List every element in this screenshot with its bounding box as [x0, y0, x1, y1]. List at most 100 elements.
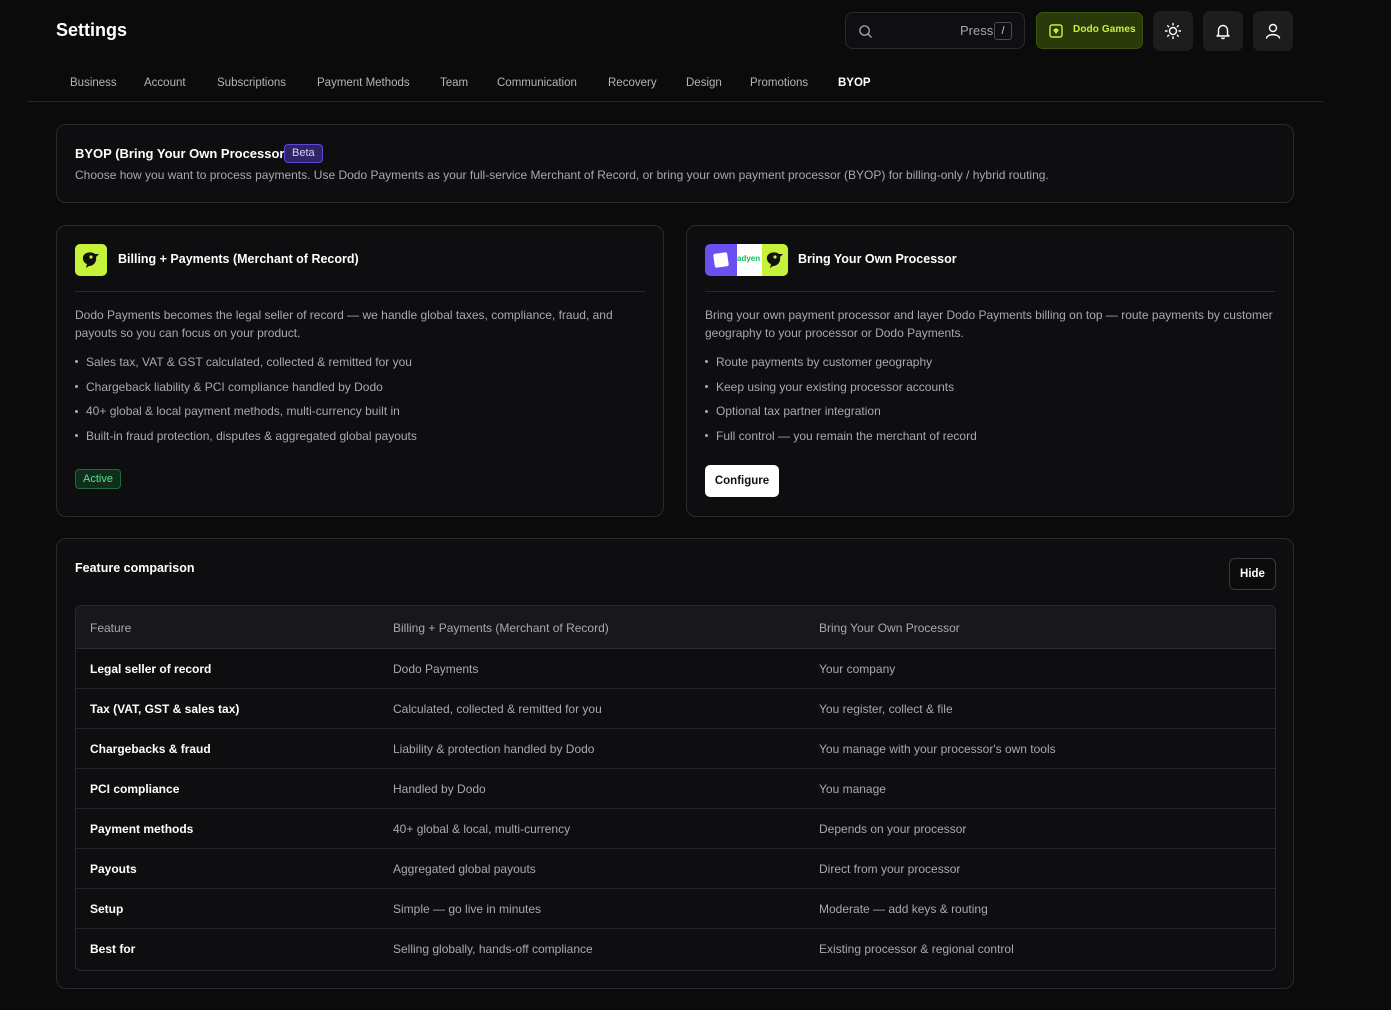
byop-cell: Existing processor & regional control: [819, 942, 1014, 956]
intro-description: Choose how you want to process payments.…: [75, 168, 1049, 182]
search-shortcut-key: /: [994, 22, 1012, 40]
list-item: Keep using your existing processor accou…: [705, 380, 977, 405]
intro-title: BYOP (Bring Your Own Processor): [75, 146, 289, 161]
byop-card-title: Bring Your Own Processor: [798, 252, 957, 266]
mor-cell: Liability & protection handled by Dodo: [393, 742, 595, 756]
table-row: Best for Selling globally, hands-off com…: [76, 929, 1275, 969]
tab-byop[interactable]: BYOP: [838, 77, 871, 89]
byop-cell: Moderate — add keys & routing: [819, 902, 988, 916]
mor-card-description: Dodo Payments becomes the legal seller o…: [75, 308, 613, 340]
mor-cell: Selling globally, hands-off compliance: [393, 942, 593, 956]
tab-design[interactable]: Design: [686, 77, 722, 89]
table-row: Legal seller of record Dodo Payments You…: [76, 649, 1275, 689]
feature-cell: Setup: [90, 902, 124, 916]
feature-cell: Tax (VAT, GST & sales tax): [90, 702, 240, 716]
mor-cell: Calculated, collected & remitted for you: [393, 702, 602, 716]
list-item-text: Full control — you remain the merchant o…: [716, 429, 977, 444]
notifications-button[interactable]: [1203, 11, 1243, 51]
mor-cell: Simple — go live in minutes: [393, 902, 542, 916]
tab-subscriptions[interactable]: Subscriptions: [217, 77, 286, 89]
column-header-byop: Bring Your Own Processor: [819, 621, 960, 635]
theme-toggle-button[interactable]: [1153, 11, 1193, 51]
workspace-name: Dodo Games: [1073, 24, 1136, 35]
feature-cell: Legal seller of record: [90, 662, 212, 676]
list-item: Built-in fraud protection, disputes & ag…: [75, 429, 417, 454]
feature-cell: PCI compliance: [90, 782, 180, 796]
settings-tabs: Business Account Subscriptions Payment M…: [0, 62, 1391, 102]
tab-account[interactable]: Account: [144, 77, 186, 89]
byop-cell: Direct from your processor: [819, 862, 961, 876]
table-row: PCI compliance Handled by Dodo You manag…: [76, 769, 1275, 809]
list-item: Full control — you remain the merchant o…: [705, 429, 977, 454]
mor-card-title: Billing + Payments (Merchant of Record): [118, 252, 359, 266]
dodo-logo-icon: [1049, 24, 1063, 38]
column-header-mor: Billing + Payments (Merchant of Record): [393, 621, 609, 635]
table-row: Payouts Aggregated global payouts Direct…: [76, 849, 1275, 889]
list-item-text: Route payments by customer geography: [716, 355, 933, 369]
search-hint: Press: [960, 23, 994, 38]
mor-feature-list: Sales tax, VAT & GST calculated, collect…: [75, 355, 417, 454]
table-row: Setup Simple — go live in minutes Modera…: [76, 889, 1275, 929]
list-item-text: Optional tax partner integration: [716, 404, 881, 419]
feature-cell: Chargebacks & fraud: [90, 742, 211, 756]
tab-payment-methods[interactable]: Payment Methods: [317, 77, 410, 89]
bullet-icon: [75, 360, 78, 364]
byop-option-card[interactable]: adyen Bring Your Own Processor Bring you…: [686, 225, 1294, 517]
tab-business[interactable]: Business: [70, 77, 117, 89]
hide-comparison-button[interactable]: Hide: [1229, 558, 1276, 590]
column-header-feature: Feature: [90, 621, 132, 635]
header: Settings Press / Dodo Games: [0, 0, 1391, 62]
mor-cell: Handled by Dodo: [393, 782, 486, 796]
bullet-icon: [75, 409, 78, 413]
byop-intro-card: BYOP (Bring Your Own Processor) Beta Cho…: [56, 124, 1294, 203]
list-item: Sales tax, VAT & GST calculated, collect…: [75, 355, 417, 380]
feature-comparison-card: Feature comparison Hide Feature Billing …: [56, 538, 1294, 989]
list-item: Optional tax partner integration: [705, 404, 977, 429]
table-row: Chargebacks & fraud Liability & protecti…: [76, 729, 1275, 769]
tab-promotions[interactable]: Promotions: [750, 77, 808, 89]
tab-communication[interactable]: Communication: [497, 77, 577, 89]
mor-cell: 40+ global & local, multi-currency: [393, 822, 571, 836]
byop-card-description: Bring your own payment processor and lay…: [705, 308, 1273, 340]
divider: [705, 291, 1275, 292]
page-title: Settings: [56, 20, 128, 40]
divider: [75, 291, 645, 292]
list-item: Route payments by customer geography: [705, 355, 977, 380]
search-icon: [859, 25, 872, 38]
tab-recovery[interactable]: Recovery: [608, 77, 657, 89]
bullet-icon: [705, 360, 708, 364]
list-item: 40+ global & local payment methods, mult…: [75, 404, 417, 429]
search-input[interactable]: Press /: [845, 12, 1025, 49]
active-status-badge: Active: [75, 469, 121, 489]
comparison-table: Feature Billing + Payments (Merchant of …: [75, 605, 1276, 971]
byop-feature-list: Route payments by customer geography Kee…: [705, 355, 977, 454]
beta-badge: Beta: [284, 144, 323, 163]
workspace-switcher-button[interactable]: Dodo Games: [1036, 12, 1143, 49]
comparison-title: Feature comparison: [75, 561, 195, 575]
list-item-text: Sales tax, VAT & GST calculated, collect…: [86, 355, 412, 369]
bell-icon: [1216, 24, 1230, 40]
account-menu-button[interactable]: [1253, 11, 1293, 51]
feature-cell: Payouts: [90, 862, 137, 876]
adyen-logo: adyen: [737, 244, 763, 276]
mor-option-card[interactable]: Billing + Payments (Merchant of Record) …: [56, 225, 664, 517]
byop-cell: You register, collect & file: [819, 702, 953, 716]
bullet-icon: [705, 385, 708, 389]
dodo-bird-icon: [762, 244, 788, 276]
bullet-icon: [705, 434, 708, 438]
table-row: Tax (VAT, GST & sales tax) Calculated, c…: [76, 689, 1275, 729]
bullet-icon: [75, 434, 78, 438]
tabs-divider: [27, 101, 1323, 102]
processor-logo-icon: [705, 244, 737, 276]
table-row: Payment methods 40+ global & local, mult…: [76, 809, 1275, 849]
feature-cell: Payment methods: [90, 822, 194, 836]
byop-cell: Depends on your processor: [819, 822, 967, 836]
configure-button[interactable]: Configure: [705, 465, 779, 497]
mor-cell: Dodo Payments: [393, 662, 479, 676]
bullet-icon: [705, 409, 708, 413]
list-item-text: Keep using your existing processor accou…: [716, 379, 955, 394]
byop-cell: Your company: [819, 662, 896, 676]
list-item-text: Chargeback liability & PCI compliance ha…: [86, 379, 383, 394]
user-icon: [1265, 23, 1281, 39]
tab-team[interactable]: Team: [440, 77, 468, 89]
